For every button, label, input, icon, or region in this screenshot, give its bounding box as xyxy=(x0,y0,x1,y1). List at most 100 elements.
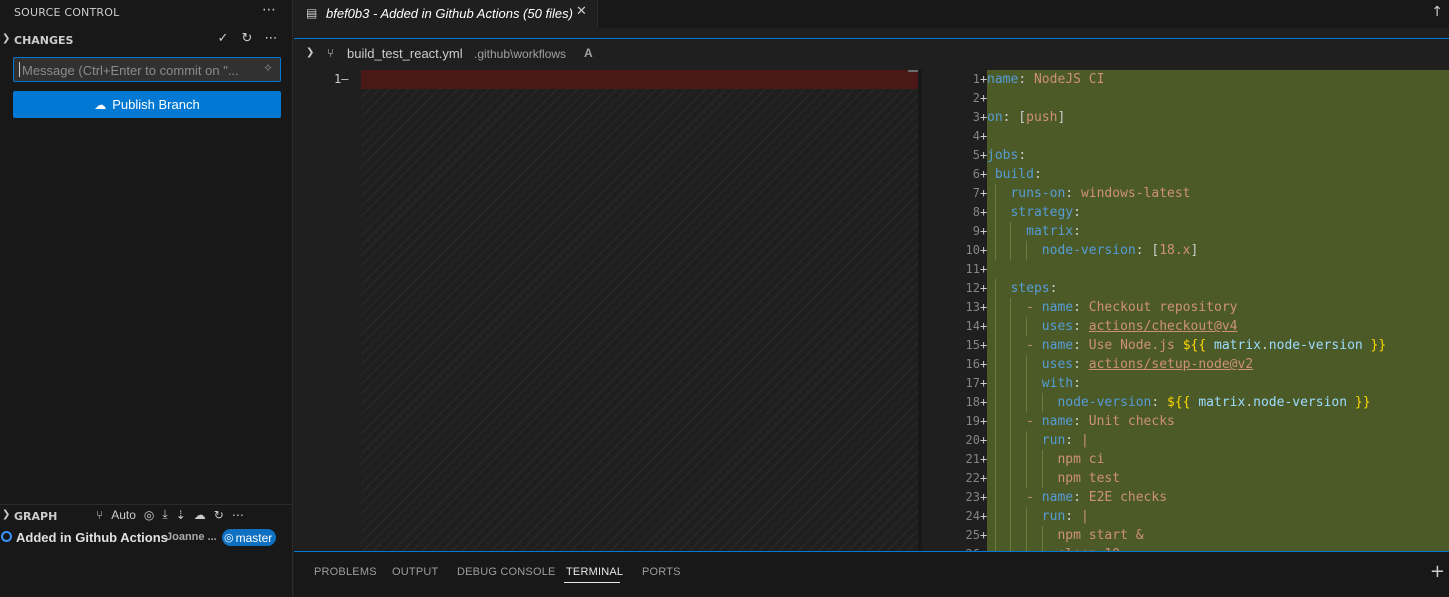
sidebar-more-icon[interactable]: ⋯ xyxy=(262,2,276,18)
more-actions-icon[interactable]: ⋯ xyxy=(264,31,278,46)
code-line: 9 + matrix: xyxy=(922,222,1449,241)
indent-guide xyxy=(1010,488,1012,507)
code-text: steps: xyxy=(1010,281,1058,296)
chevron-down-icon[interactable]: ❯ xyxy=(306,47,314,58)
line-number: 5 xyxy=(972,148,980,162)
original-pane[interactable]: 1— xyxy=(294,70,920,551)
code-line: 19 + - name: Unit checks xyxy=(922,412,1449,431)
tab-output[interactable]: OUTPUT xyxy=(392,566,438,578)
indent-guide xyxy=(1026,507,1027,526)
commit-check-icon[interactable]: ✓ xyxy=(216,31,230,46)
indent-guide xyxy=(1010,450,1012,469)
code-text: npm test xyxy=(1057,471,1121,486)
removed-line xyxy=(361,70,918,89)
code-line: 11 + xyxy=(922,260,1449,279)
section-divider xyxy=(0,504,292,505)
code-line: 7 + runs-on: windows-latest xyxy=(922,184,1449,203)
code-line: 16 + uses: actions/setup-node@v2 xyxy=(922,355,1449,374)
indent-guide xyxy=(994,393,996,412)
diff-editor: ▤ bfef0b3 - Added in Github Actions (50 … xyxy=(294,0,1449,551)
indent-guide xyxy=(994,526,996,545)
line-number: 15 xyxy=(965,338,980,352)
push-icon[interactable]: ☁ xyxy=(194,508,206,522)
line-number: 7 xyxy=(972,186,980,200)
auto-label[interactable]: Auto xyxy=(111,508,136,522)
bottom-panel: PROBLEMS OUTPUT DEBUG CONSOLE TERMINAL P… xyxy=(294,551,1449,597)
code-line: 1 + name: NodeJS CI xyxy=(922,70,1449,89)
line-number: 11 xyxy=(965,262,980,276)
chevron-down-icon[interactable]: ❯ xyxy=(2,33,10,44)
code-text: jobs: xyxy=(987,148,1027,163)
tab-terminal[interactable]: TERMINAL xyxy=(566,566,623,578)
file-name: build_test_react.yml xyxy=(347,46,463,61)
code-line: 2 + xyxy=(922,89,1449,108)
indent-guide xyxy=(994,203,996,222)
indent-guide xyxy=(1010,298,1012,317)
changes-section-header[interactable]: ❯ CHANGES ✓ ↻ ⋯ xyxy=(0,31,292,51)
diff-file-header[interactable]: ❯ ⑂ build_test_react.yml .github\workflo… xyxy=(294,38,1449,69)
code-text: runs-on: windows-latest xyxy=(1010,186,1191,201)
indent-guide xyxy=(1026,393,1027,412)
code-text: run: | xyxy=(1041,433,1089,448)
modified-pane[interactable]: 1 + name: NodeJS CI 2 +3 + on: [push] 4 +5 + jobs:… xyxy=(922,70,1449,551)
changes-label: CHANGES xyxy=(14,34,74,47)
arrow-up-icon[interactable]: ↑ xyxy=(1431,4,1443,20)
code-text: node-version: ${{ matrix.node-version }} xyxy=(1057,395,1371,410)
chevron-down-icon[interactable]: ❯ xyxy=(2,509,10,520)
indent-guide xyxy=(1010,336,1012,355)
line-number: 4 xyxy=(972,129,980,143)
commit-author: Joanne ... xyxy=(166,531,217,543)
tab-ports[interactable]: PORTS xyxy=(642,566,681,578)
editor-tab[interactable]: ▤ bfef0b3 - Added in Github Actions (50 … xyxy=(294,0,598,28)
line-number: 10 xyxy=(965,243,980,257)
line-number: 17 xyxy=(965,376,980,390)
graph-commit-row[interactable]: Added in Github Actions Joanne ... ◎ mas… xyxy=(0,528,292,548)
code-line: 14 + uses: actions/checkout@v4 xyxy=(922,317,1449,336)
indent-guide xyxy=(1026,317,1027,336)
code-text: uses: actions/checkout@v4 xyxy=(1041,319,1238,334)
fetch-icon[interactable]: ⤓ xyxy=(162,507,167,522)
refresh-icon[interactable]: ↻ xyxy=(214,508,224,522)
tab-problems[interactable]: PROBLEMS xyxy=(314,566,377,578)
code-line: 13 + - name: Checkout repository xyxy=(922,298,1449,317)
code-line: 8 + strategy: xyxy=(922,203,1449,222)
publish-branch-label: Publish Branch xyxy=(112,97,200,112)
editor-tab-bar: ▤ bfef0b3 - Added in Github Actions (50 … xyxy=(294,0,1449,28)
code-line: 5 + jobs: xyxy=(922,146,1449,165)
code-line: 17 + with: xyxy=(922,374,1449,393)
graph-label: GRAPH xyxy=(14,510,58,523)
branch-name: master xyxy=(235,530,273,545)
line-number: 23 xyxy=(965,490,980,504)
empty-diff-region xyxy=(361,89,918,551)
code-line: 6 + build: xyxy=(922,165,1449,184)
graph-section-header[interactable]: ❯ GRAPH ⑂ Auto ◎ ⤓ ⇣ ☁ ↻ ⋯ xyxy=(0,506,292,526)
pull-icon[interactable]: ⇣ xyxy=(176,508,186,522)
file-path: .github\workflows xyxy=(474,47,567,61)
branch-badge[interactable]: ◎ master xyxy=(222,529,277,546)
refresh-icon[interactable]: ↻ xyxy=(240,31,254,46)
new-terminal-icon[interactable]: + xyxy=(1430,561,1445,582)
more-actions-icon[interactable]: ⋯ xyxy=(232,508,244,522)
commit-message: Added in Github Actions xyxy=(16,530,168,545)
file-diff-icon: ▤ xyxy=(306,6,318,20)
indent-guide xyxy=(994,279,996,298)
target-icon[interactable]: ◎ xyxy=(144,508,154,522)
git-branch-icon[interactable]: ⑂ xyxy=(96,508,103,522)
indent-guide xyxy=(994,488,996,507)
commit-message-input[interactable]: Message (Ctrl+Enter to commit on "... ✧ xyxy=(13,57,281,82)
code-line: 25 + npm start & xyxy=(922,526,1449,545)
added-line-marker: + xyxy=(980,129,988,143)
sparkle-icon[interactable]: ✧ xyxy=(263,61,273,75)
code-text: name: NodeJS CI xyxy=(987,72,1105,87)
commit-node-icon xyxy=(1,531,12,542)
code-line: 10 + node-version: [18.x] xyxy=(922,241,1449,260)
close-icon[interactable]: ✕ xyxy=(576,4,587,19)
file-status-badge: A xyxy=(584,46,593,60)
code-text: node-version: [18.x] xyxy=(1041,243,1199,258)
indent-guide xyxy=(1041,393,1043,412)
indent-guide xyxy=(994,222,996,241)
tab-debug-console[interactable]: DEBUG CONSOLE xyxy=(457,566,556,578)
code-line: 21 + npm ci xyxy=(922,450,1449,469)
publish-branch-button[interactable]: ☁ Publish Branch xyxy=(13,91,281,118)
indent-guide xyxy=(994,450,996,469)
